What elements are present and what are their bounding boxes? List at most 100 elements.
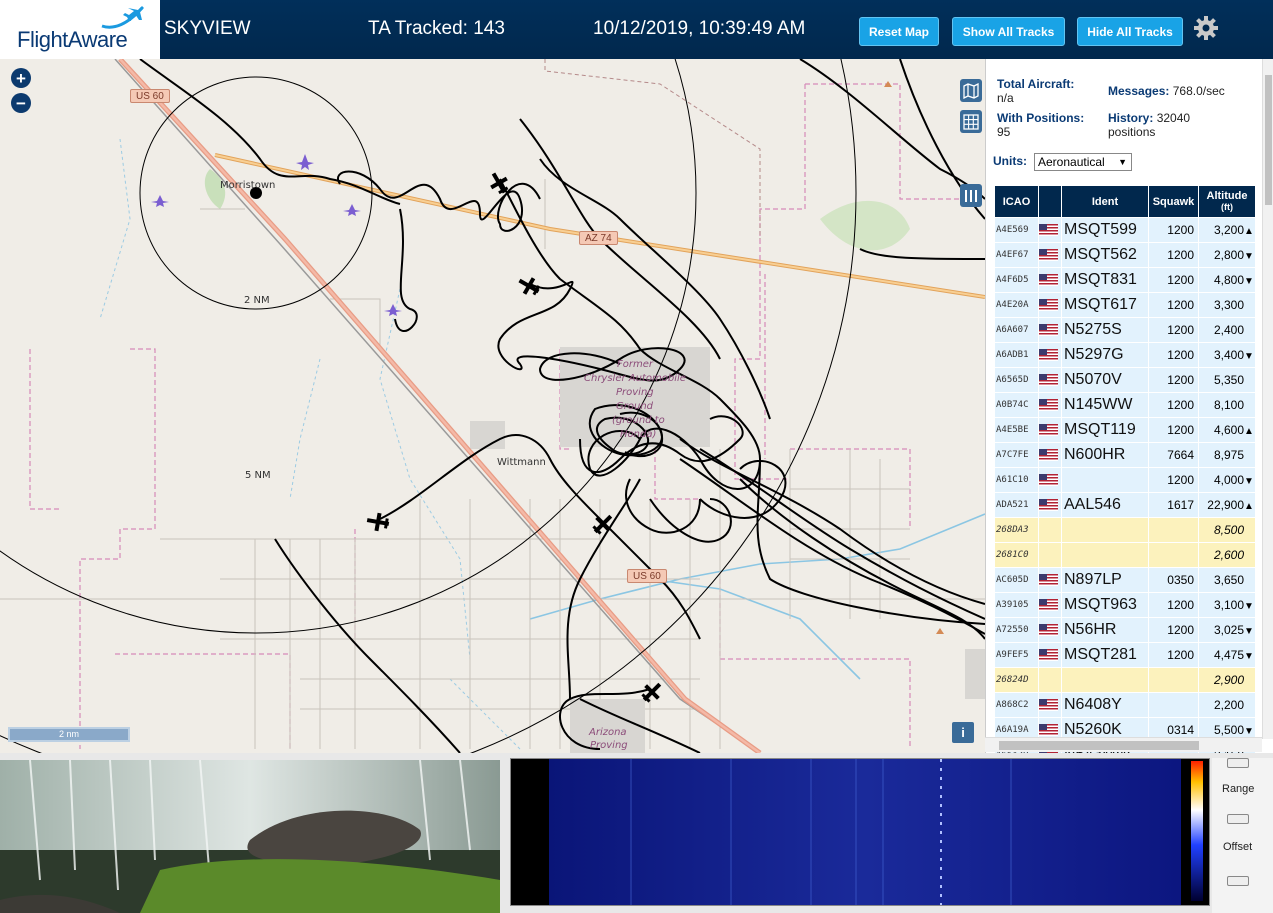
- logo-text: FlightAware: [17, 27, 128, 52]
- us-flag-icon: [1039, 648, 1058, 661]
- altitude-value: 4,475: [1213, 648, 1244, 662]
- with-positions: With Positions: 95: [997, 111, 1084, 139]
- waterfall-image: [0, 760, 500, 913]
- us-flag-icon: [1039, 273, 1058, 286]
- cell-squawk: 1200: [1149, 268, 1198, 292]
- show-all-tracks-button[interactable]: Show All Tracks: [952, 17, 1065, 46]
- app-title: SKYVIEW: [164, 18, 251, 39]
- cell-icao: A6565D: [995, 368, 1038, 392]
- offset-slider-knob[interactable]: [1227, 876, 1249, 886]
- with-positions-value: 95: [997, 125, 1011, 139]
- spectrum-waterfall[interactable]: [510, 758, 1210, 906]
- cell-ident: [1062, 518, 1148, 542]
- columns-icon: [965, 189, 977, 202]
- cell-squawk: 1200: [1149, 418, 1198, 442]
- table-row[interactable]: A7C7FE N600HR 7664 8,975: [995, 443, 1255, 467]
- reset-map-button[interactable]: Reset Map: [859, 17, 939, 46]
- table-row[interactable]: A39105 MSQT963 1200 3,100▼: [995, 593, 1255, 617]
- cell-icao: A4F6D5: [995, 268, 1038, 292]
- cell-ident: N145WW: [1062, 393, 1148, 417]
- cell-altitude: 2,800▼: [1199, 243, 1255, 267]
- table-row[interactable]: A72550 N56HR 1200 3,025▼: [995, 618, 1255, 642]
- cell-ident: [1062, 468, 1148, 492]
- cell-icao: A6ADB1: [995, 343, 1038, 367]
- map-view[interactable]: Morristown Wittmann Former Chrysler Auto…: [0, 59, 985, 753]
- cell-squawk: 1200: [1149, 393, 1198, 417]
- column-toggle-button[interactable]: [960, 184, 982, 207]
- flightaware-logo[interactable]: FlightAware: [0, 0, 160, 59]
- table-row[interactable]: A0B74C N145WW 1200 8,100: [995, 393, 1255, 417]
- units-select[interactable]: Aeronautical ▼: [1034, 153, 1132, 171]
- altitude-value: 3,400: [1213, 348, 1244, 362]
- column-flag[interactable]: [1039, 186, 1061, 217]
- history-label: History:: [1108, 111, 1154, 125]
- cell-ident: MSQT617: [1062, 293, 1148, 317]
- us-flag-icon: [1039, 623, 1058, 636]
- altitude-value: 8,975: [1213, 448, 1244, 462]
- panel-horizontal-scrollbar[interactable]: [985, 737, 1262, 752]
- gear-icon[interactable]: [1193, 15, 1219, 41]
- info-button[interactable]: i: [952, 722, 974, 743]
- table-row[interactable]: A9FEF5 MSQT281 1200 4,475▼: [995, 643, 1255, 667]
- table-row[interactable]: A4F6D5 MSQT831 1200 4,800▼: [995, 268, 1255, 292]
- table-row[interactable]: 268DA3 8,500: [995, 518, 1255, 542]
- zoom-in-button[interactable]: +: [11, 68, 31, 88]
- column-altitude[interactable]: Altitude (ft): [1199, 186, 1255, 217]
- table-row[interactable]: 2681C0 2,600: [995, 543, 1255, 567]
- label-ground: Ground: [616, 401, 654, 412]
- altitude-value: 2,800: [1213, 248, 1244, 262]
- table-row[interactable]: A4E569 MSQT599 1200 3,200▲: [995, 218, 1255, 242]
- cell-altitude: 8,500: [1199, 518, 1255, 542]
- column-ident[interactable]: Ident: [1062, 186, 1148, 217]
- cell-squawk: 1200: [1149, 293, 1198, 317]
- column-squawk[interactable]: Squawk: [1149, 186, 1198, 217]
- cell-icao: A6A607: [995, 318, 1038, 342]
- table-row[interactable]: A61C10 1200 4,000▼: [995, 468, 1255, 492]
- cell-altitude: 5,350: [1199, 368, 1255, 392]
- cell-altitude: 3,400▼: [1199, 343, 1255, 367]
- label-arizona: Arizona: [589, 727, 627, 738]
- cell-flag: [1039, 243, 1061, 267]
- table-row[interactable]: A868C2 N6408Y 2,200: [995, 693, 1255, 717]
- panel-vertical-scrollbar[interactable]: [1262, 59, 1273, 739]
- table-row[interactable]: A6A607 N5275S 1200 2,400: [995, 318, 1255, 342]
- hide-all-tracks-button[interactable]: Hide All Tracks: [1077, 17, 1183, 46]
- table-row[interactable]: AC605D N897LP 0350 3,650: [995, 568, 1255, 592]
- total-aircraft: Total Aircraft: n/a: [997, 77, 1074, 105]
- table-row[interactable]: A6ADB1 N5297G 1200 3,400▼: [995, 343, 1255, 367]
- aircraft-panel: Total Aircraft: n/a With Positions: 95 M…: [985, 59, 1273, 753]
- zoom-out-button[interactable]: −: [11, 93, 31, 113]
- altitude-value: 3,100: [1213, 598, 1244, 612]
- tracked-count: TA Tracked: 143: [368, 18, 505, 39]
- scale-bar: 2 nm: [8, 727, 130, 742]
- table-row[interactable]: A4E5BE MSQT119 1200 4,600▲: [995, 418, 1255, 442]
- cell-ident: N5070V: [1062, 368, 1148, 392]
- cell-flag: [1039, 418, 1061, 442]
- road-shield-us60-bottom: US 60: [627, 569, 667, 583]
- cell-ident: [1062, 543, 1148, 567]
- grid-toggle-button[interactable]: [960, 110, 982, 133]
- cell-icao: AC605D: [995, 568, 1038, 592]
- top-slider-knob[interactable]: [1227, 758, 1249, 768]
- column-icao[interactable]: ICAO: [995, 186, 1038, 217]
- history: History: 32040 positions: [1108, 111, 1190, 139]
- cell-ident: N6408Y: [1062, 693, 1148, 717]
- scrollbar-thumb-h[interactable]: [999, 741, 1199, 750]
- cell-altitude: 3,025▼: [1199, 618, 1255, 642]
- table-row[interactable]: 26824D 2,900: [995, 668, 1255, 692]
- range-slider-knob[interactable]: [1227, 814, 1249, 824]
- table-row[interactable]: A4E20A MSQT617 1200 3,300: [995, 293, 1255, 317]
- cell-ident: N5275S: [1062, 318, 1148, 342]
- cell-flag: [1039, 543, 1061, 567]
- map-layer-button[interactable]: [960, 79, 982, 102]
- cell-icao: A61C10: [995, 468, 1038, 492]
- altitude-trend-icon: ▼: [1244, 476, 1254, 487]
- scrollbar-thumb[interactable]: [1265, 75, 1272, 205]
- cell-ident: MSQT831: [1062, 268, 1148, 292]
- table-row[interactable]: ADA521 AAL546 1617 22,900▲: [995, 493, 1255, 517]
- table-row[interactable]: A4EF67 MSQT562 1200 2,800▼: [995, 243, 1255, 267]
- messages-label: Messages:: [1108, 84, 1170, 98]
- table-row[interactable]: A6565D N5070V 1200 5,350: [995, 368, 1255, 392]
- cell-altitude: 3,100▼: [1199, 593, 1255, 617]
- altitude-value: 2,600: [1213, 548, 1244, 562]
